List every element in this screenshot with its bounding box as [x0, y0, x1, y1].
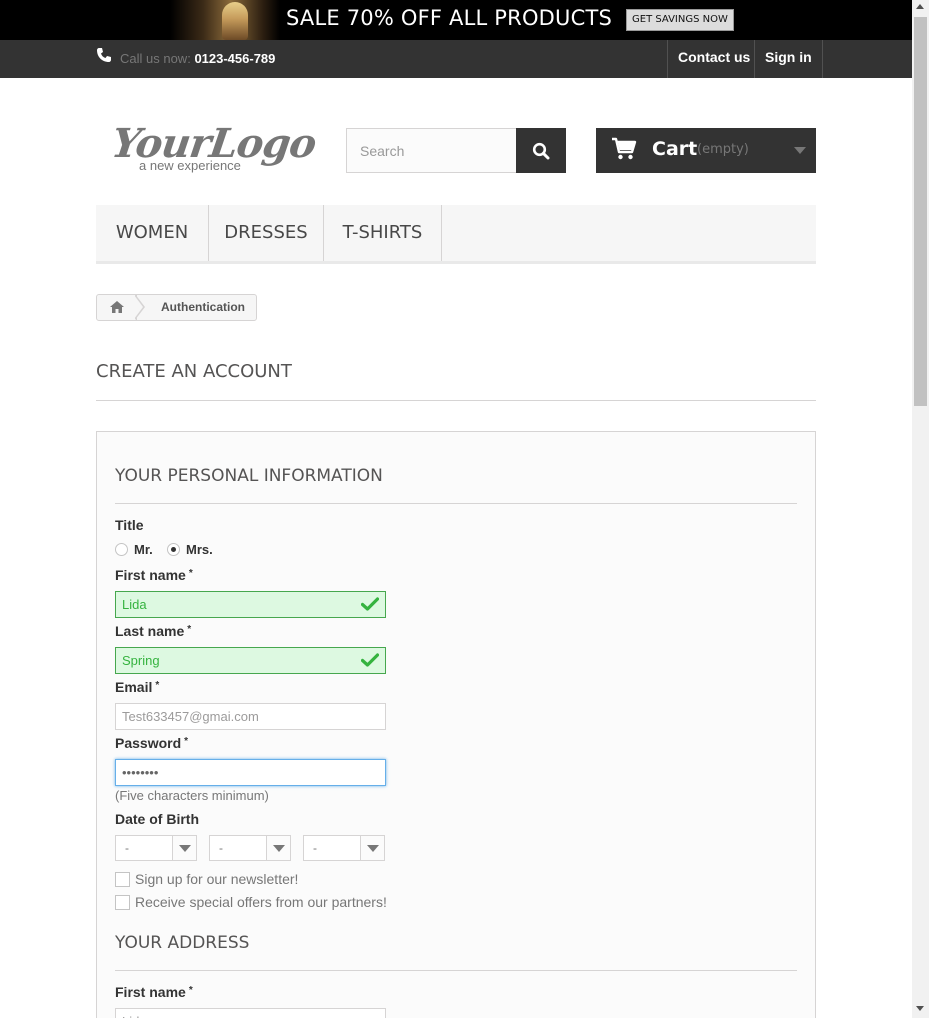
- address-first-name-field[interactable]: [115, 1008, 386, 1018]
- address-first-name-label-text: First name: [115, 984, 186, 1000]
- first-name-label-text: First name: [115, 567, 186, 583]
- dob-year-select[interactable]: -: [303, 835, 385, 861]
- cart-button[interactable]: Cart (empty): [596, 128, 816, 173]
- title-radio-mrs[interactable]: Mrs.: [167, 542, 217, 558]
- radio-mrs-label: Mrs.: [186, 542, 213, 557]
- checkmark-icon: [361, 597, 379, 611]
- required-mark: *: [187, 624, 192, 635]
- dob-month-value: -: [219, 841, 223, 855]
- personal-info-heading: YOUR PERSONAL INFORMATION: [115, 466, 383, 486]
- address-first-name-label: First name *: [115, 984, 193, 1000]
- last-name-label-text: Last name: [115, 623, 185, 639]
- contact-us-link[interactable]: Contact us: [667, 40, 760, 78]
- radio-mrs[interactable]: [167, 543, 180, 556]
- email-field[interactable]: [115, 703, 386, 730]
- search-input[interactable]: [346, 128, 518, 173]
- call-us-text: Call us now: 0123-456-789: [120, 51, 275, 66]
- search-icon: [532, 142, 550, 160]
- section-divider: [115, 503, 797, 504]
- last-name-label: Last name *: [115, 623, 191, 639]
- cart-status: (empty): [697, 142, 749, 157]
- main-menu: WOMEN DRESSES T-SHIRTS: [96, 205, 816, 264]
- promo-banner[interactable]: SALE 70% OFF ALL PRODUCTS GET SAVINGS NO…: [0, 0, 912, 40]
- breadcrumb-separator: [134, 294, 145, 320]
- offers-label[interactable]: Receive special offers from our partners…: [135, 894, 387, 910]
- newsletter-label[interactable]: Sign up for our newsletter!: [135, 871, 298, 887]
- radio-mr[interactable]: [115, 543, 128, 556]
- phone-number: 0123-456-789: [194, 51, 276, 66]
- title-label: Title: [115, 517, 144, 533]
- title-radio-mr[interactable]: Mr.: [115, 542, 160, 558]
- shopping-cart-icon: [612, 137, 637, 160]
- promo-model-image: [170, 0, 280, 40]
- scroll-up-icon[interactable]: [916, 4, 924, 9]
- chevron-down-icon: [794, 147, 806, 154]
- cart-label: Cart: [652, 138, 698, 160]
- page-title: CREATE AN ACCOUNT: [96, 361, 292, 382]
- home-icon: [110, 301, 124, 313]
- newsletter-checkbox[interactable]: [115, 872, 130, 887]
- menu-item-tshirts[interactable]: T-SHIRTS: [324, 205, 442, 261]
- password-label: Password *: [115, 735, 188, 751]
- chevron-down-icon: [266, 836, 290, 860]
- search-button[interactable]: [516, 128, 566, 173]
- section-divider: [115, 970, 797, 971]
- password-label-text: Password: [115, 735, 182, 751]
- menu-item-dresses[interactable]: DRESSES: [209, 205, 324, 261]
- get-savings-button[interactable]: GET SAVINGS NOW: [626, 9, 734, 31]
- scroll-thumb[interactable]: [914, 17, 927, 406]
- required-mark: *: [155, 680, 160, 691]
- dob-day-select[interactable]: -: [115, 835, 197, 861]
- offers-checkbox[interactable]: [115, 895, 130, 910]
- password-hint: (Five characters minimum): [115, 788, 269, 803]
- chevron-down-icon: [172, 836, 196, 860]
- dob-day-value: -: [125, 841, 129, 855]
- required-mark: *: [188, 985, 193, 996]
- logo-tagline: a new experience: [139, 158, 241, 173]
- breadcrumb-home-link[interactable]: [97, 295, 137, 320]
- sign-in-link[interactable]: Sign in: [754, 40, 823, 78]
- address-heading: YOUR ADDRESS: [115, 933, 250, 953]
- breadcrumb-current: Authentication: [161, 300, 245, 314]
- chevron-down-icon: [360, 836, 384, 860]
- radio-mr-label: Mr.: [134, 542, 153, 557]
- required-mark: *: [188, 568, 193, 579]
- password-field[interactable]: [115, 759, 386, 786]
- menu-item-women[interactable]: WOMEN: [96, 205, 209, 261]
- required-mark: *: [184, 736, 189, 747]
- first-name-label: First name *: [115, 567, 193, 583]
- dob-month-select[interactable]: -: [209, 835, 291, 861]
- scroll-down-icon[interactable]: [916, 1006, 924, 1011]
- checkmark-icon: [361, 653, 379, 667]
- dob-label: Date of Birth: [115, 811, 199, 827]
- call-label: Call us now:: [120, 51, 191, 66]
- dob-year-value: -: [313, 841, 317, 855]
- email-label: Email *: [115, 679, 159, 695]
- phone-icon: [97, 48, 111, 62]
- first-name-field[interactable]: [115, 591, 386, 618]
- last-name-field[interactable]: [115, 647, 386, 674]
- email-label-text: Email: [115, 679, 153, 695]
- title-divider: [96, 400, 816, 401]
- promo-text: SALE 70% OFF ALL PRODUCTS: [286, 6, 613, 30]
- page-scrollbar[interactable]: [912, 0, 929, 1018]
- breadcrumb: Authentication: [96, 294, 257, 321]
- site-logo[interactable]: YourLogo a new experience: [109, 120, 319, 176]
